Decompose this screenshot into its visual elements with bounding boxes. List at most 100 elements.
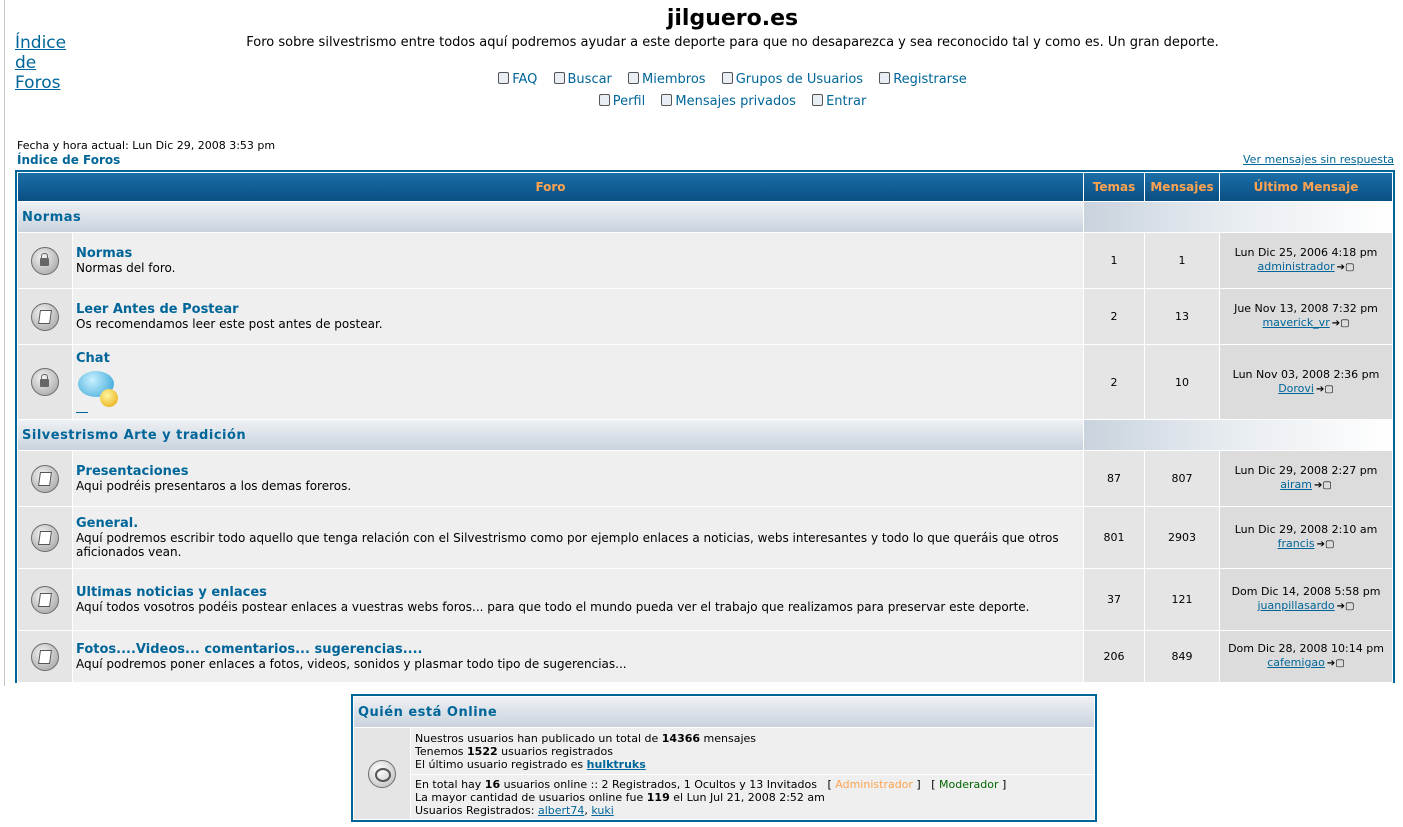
online-user-link[interactable]: albert74 — [538, 804, 584, 817]
forum-last-post: Dom Dic 28, 2008 10:14 pm cafemigao ➔▢ — [1220, 631, 1392, 682]
folder-icon — [31, 523, 59, 552]
header-posts: Mensajes — [1145, 173, 1219, 201]
who-is-online-box: Quién está Online Nuestros usuarios han … — [351, 694, 1097, 822]
goto-last-post-icon[interactable]: ➔▢ — [1332, 317, 1350, 331]
nav-login[interactable]: Entrar — [812, 94, 866, 109]
category-row: Silvestrismo Arte y tradición — [18, 420, 1392, 450]
forum-description: Normas del foro. — [76, 261, 176, 275]
register-icon — [879, 72, 891, 84]
nav-row-1: FAQ Buscar Miembros Grupos de Usuarios R… — [0, 72, 1403, 87]
last-post-user[interactable]: Dorovi — [1278, 382, 1314, 395]
last-post-user[interactable]: cafemigao — [1267, 656, 1325, 669]
forum-link[interactable]: Fotos....Videos... comentarios... sugere… — [76, 642, 1082, 657]
breadcrumb[interactable]: Índice de Foros — [17, 153, 120, 167]
forum-main-cell: Fotos....Videos... comentarios... sugere… — [73, 631, 1083, 682]
nav-faq[interactable]: FAQ — [498, 72, 537, 87]
goto-last-post-icon[interactable]: ➔▢ — [1317, 538, 1335, 552]
goto-last-post-icon[interactable]: ➔▢ — [1337, 600, 1355, 614]
nav-search-label: Buscar — [567, 72, 612, 87]
site-title: jilguero.es — [666, 6, 799, 31]
forum-description: Aqui podréis presentaros a los demas for… — [76, 479, 352, 493]
who-is-online-title[interactable]: Quién está Online — [354, 697, 1094, 727]
forum-main-cell: Presentaciones Aqui podréis presentaros a… — [73, 451, 1083, 506]
last-post-user[interactable]: maverick_vr — [1262, 316, 1329, 329]
nav-profile[interactable]: Perfil — [598, 94, 646, 109]
header-last-post: Último Mensaje — [1220, 173, 1392, 201]
nav-profile-label: Perfil — [612, 94, 646, 109]
last-post-date: Lun Dic 25, 2006 4:18 pm — [1234, 246, 1378, 259]
nav-groups[interactable]: Grupos de Usuarios — [721, 72, 863, 87]
forum-link[interactable]: Ultimas noticias y enlaces — [76, 585, 1082, 600]
forum-link[interactable]: Normas — [76, 246, 1082, 261]
online-users-icon — [368, 759, 396, 788]
nav-private-messages[interactable]: Mensajes privados — [661, 94, 796, 109]
forum-link[interactable]: Chat — [76, 351, 1082, 366]
category-spacer — [1084, 202, 1392, 232]
folder-icon — [31, 464, 59, 493]
last-post-date: Dom Dic 14, 2008 5:58 pm — [1231, 585, 1381, 598]
forum-status-cell — [18, 507, 72, 568]
goto-last-post-icon[interactable]: ➔▢ — [1327, 657, 1345, 671]
search-icon — [553, 72, 565, 84]
forum-main-cell: Leer Antes de Postear Os recomendamos lee… — [73, 289, 1083, 344]
forum-row: Presentaciones Aqui podréis presentaros a… — [18, 451, 1392, 506]
forum-main-cell: Chat — [73, 345, 1083, 419]
forum-description: Os recomendamos leer este post antes de … — [76, 317, 383, 331]
chat-image-link-underline — [76, 412, 88, 413]
newest-user-line: El último usuario registrado es hulktruk… — [415, 757, 646, 771]
forum-row: General. Aquí podremos escribir todo aque… — [18, 507, 1392, 568]
forum-link[interactable]: General. — [76, 516, 1082, 531]
online-stats-cell: Nuestros usuarios han publicado un total… — [411, 728, 1094, 774]
members-icon — [628, 72, 640, 84]
forum-posts: 849 — [1145, 631, 1219, 682]
online-total-line: En total hay 16 usuarios online :: 2 Reg… — [415, 777, 1007, 791]
unanswered-posts-link[interactable]: Ver mensajes sin respuesta — [1243, 153, 1394, 166]
goto-last-post-icon[interactable]: ➔▢ — [1316, 383, 1334, 397]
forum-status-cell — [18, 345, 72, 419]
forum-posts: 13 — [1145, 289, 1219, 344]
category-spacer — [1084, 420, 1392, 450]
total-posts-line: Nuestros usuarios han publicado un total… — [415, 731, 757, 745]
category-silvestrismo[interactable]: Silvestrismo Arte y tradición — [18, 420, 1083, 450]
nav-register-label: Registrarse — [893, 72, 967, 87]
online-users-cell: En total hay 16 usuarios online :: 2 Reg… — [411, 775, 1094, 819]
last-post-user[interactable]: juanpillasardo — [1258, 599, 1335, 612]
goto-last-post-icon[interactable]: ➔▢ — [1314, 479, 1332, 493]
forum-topics: 1 — [1084, 233, 1144, 288]
faq-icon — [498, 72, 510, 84]
login-icon — [812, 94, 824, 106]
nav-pm-label: Mensajes privados — [675, 94, 796, 109]
last-post-date: Jue Nov 13, 2008 7:32 pm — [1234, 302, 1378, 315]
forum-posts: 1 — [1145, 233, 1219, 288]
forum-posts: 2903 — [1145, 507, 1219, 568]
locked-folder-icon — [31, 246, 59, 275]
forum-main-cell: General. Aquí podremos escribir todo aque… — [73, 507, 1083, 568]
nav-register[interactable]: Registrarse — [879, 72, 967, 87]
forum-link[interactable]: Presentaciones — [76, 464, 1082, 479]
last-post-user[interactable]: francis — [1278, 537, 1315, 550]
forum-last-post: Lun Dic 29, 2008 2:27 pm airam ➔▢ — [1220, 451, 1392, 506]
forum-last-post: Dom Dic 14, 2008 5:58 pm juanpillasardo ➔▢ — [1220, 569, 1392, 630]
last-post-date: Dom Dic 28, 2008 10:14 pm — [1228, 642, 1384, 655]
goto-last-post-icon[interactable]: ➔▢ — [1337, 261, 1355, 275]
current-datetime: Fecha y hora actual: Lun Dic 29, 2008 3:… — [17, 139, 276, 152]
newest-user-link[interactable]: hulktruks — [587, 758, 646, 771]
online-icon-cell — [354, 728, 410, 819]
header-forum: Foro — [18, 173, 1083, 201]
last-post-user[interactable]: airam — [1280, 478, 1312, 491]
category-normas[interactable]: Normas — [18, 202, 1083, 232]
forum-link[interactable]: Leer Antes de Postear — [76, 302, 1082, 317]
legend-administrator: Administrador — [835, 777, 913, 791]
last-post-user[interactable]: administrador — [1258, 260, 1335, 273]
online-user-link[interactable]: kuki — [591, 804, 613, 817]
forum-description: Aquí podremos escribir todo aquello que … — [76, 531, 1059, 559]
forum-status-cell — [18, 569, 72, 630]
nav-members[interactable]: Miembros — [628, 72, 706, 87]
forum-topics: 87 — [1084, 451, 1144, 506]
locked-folder-icon — [31, 368, 59, 396]
forum-row: Leer Antes de Postear Os recomendamos lee… — [18, 289, 1392, 344]
forum-last-post: Lun Nov 03, 2008 2:36 pm Dorovi ➔▢ — [1220, 345, 1392, 419]
chat-smiley-image — [76, 367, 120, 411]
nav-search[interactable]: Buscar — [553, 72, 612, 87]
forum-status-cell — [18, 631, 72, 682]
